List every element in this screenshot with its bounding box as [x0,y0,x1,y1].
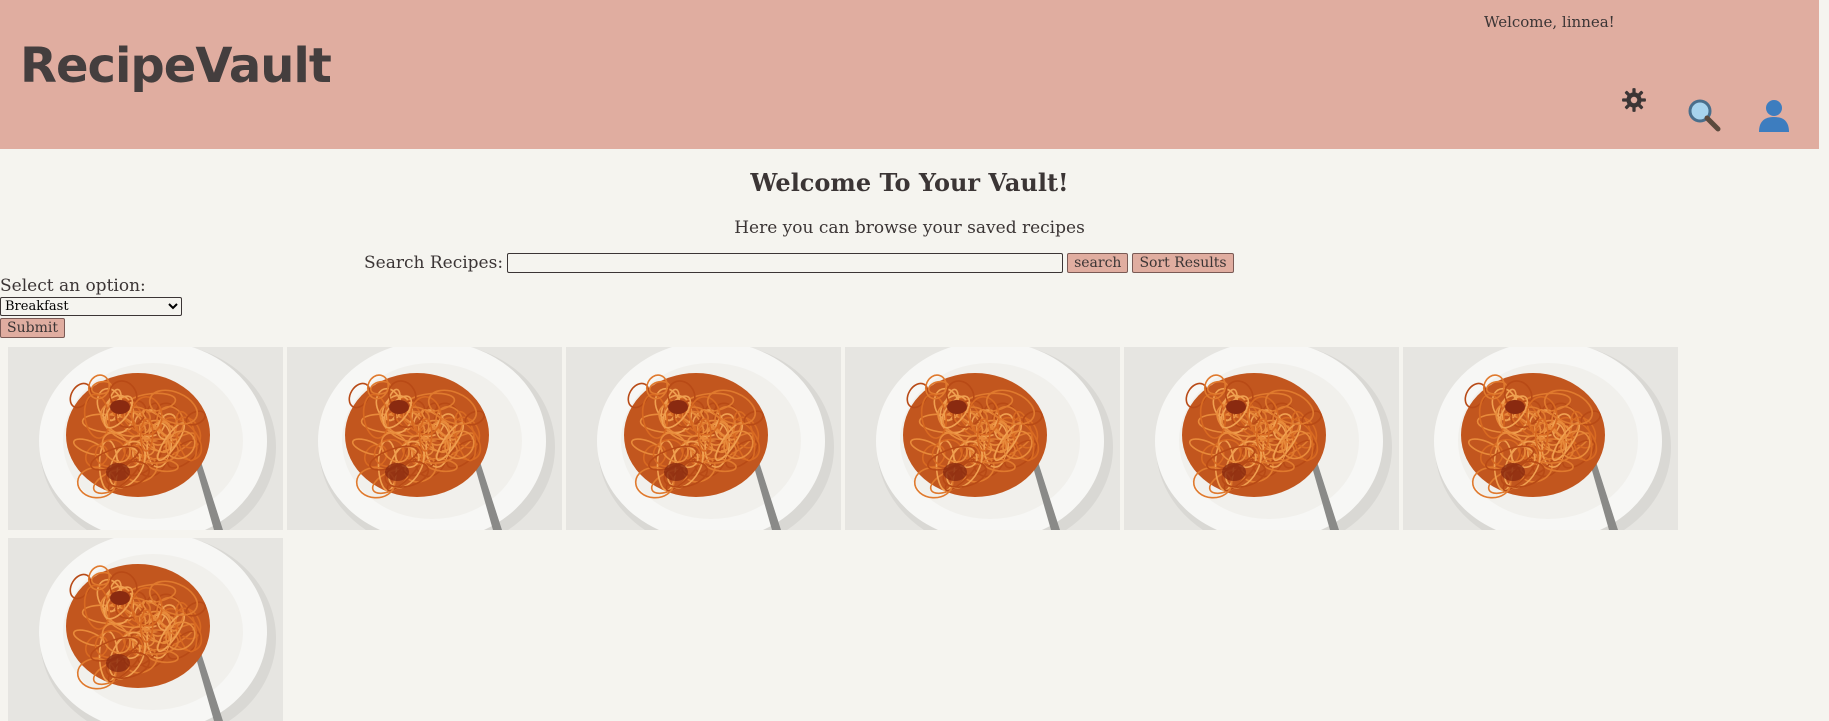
gear-icon [1622,88,1646,112]
page-title: Welcome To Your Vault! [750,168,1069,197]
select-label: Select an option: [0,276,146,296]
search-input[interactable] [507,253,1064,273]
spaghetti-plate-image [566,347,841,530]
spaghetti-plate-image [1403,347,1678,530]
settings-button[interactable] [1614,80,1654,120]
recipe-card[interactable] [1403,347,1678,530]
search-button[interactable]: search [1067,253,1129,273]
spaghetti-plate-image [1124,347,1399,530]
profile-button[interactable] [1754,95,1794,135]
magnifier-icon [1688,99,1721,132]
submit-button[interactable]: Submit [0,318,65,338]
welcome-message: Welcome, linnea! [1484,13,1615,31]
search-nav-button[interactable] [1684,95,1724,135]
sort-results-button[interactable]: Sort Results [1132,253,1234,273]
recipe-card[interactable] [845,347,1120,530]
recipe-card[interactable] [566,347,841,530]
spaghetti-plate-image [8,538,283,721]
user-icon [1759,100,1789,132]
search-bar: Search Recipes: search Sort Results [364,253,1238,273]
category-select[interactable]: Breakfast [0,297,182,316]
recipe-card[interactable] [8,347,283,530]
recipe-card[interactable] [1124,347,1399,530]
spaghetti-plate-image [287,347,562,530]
page-subtitle: Here you can browse your saved recipes [734,218,1085,238]
site-logo[interactable]: RecipeVault [20,38,332,94]
recipe-card[interactable] [287,347,562,530]
site-header: RecipeVault Welcome, linnea! [0,0,1819,149]
recipe-card[interactable] [8,538,283,721]
spaghetti-plate-image [845,347,1120,530]
spaghetti-plate-image [8,347,283,530]
search-label: Search Recipes: [364,253,504,273]
